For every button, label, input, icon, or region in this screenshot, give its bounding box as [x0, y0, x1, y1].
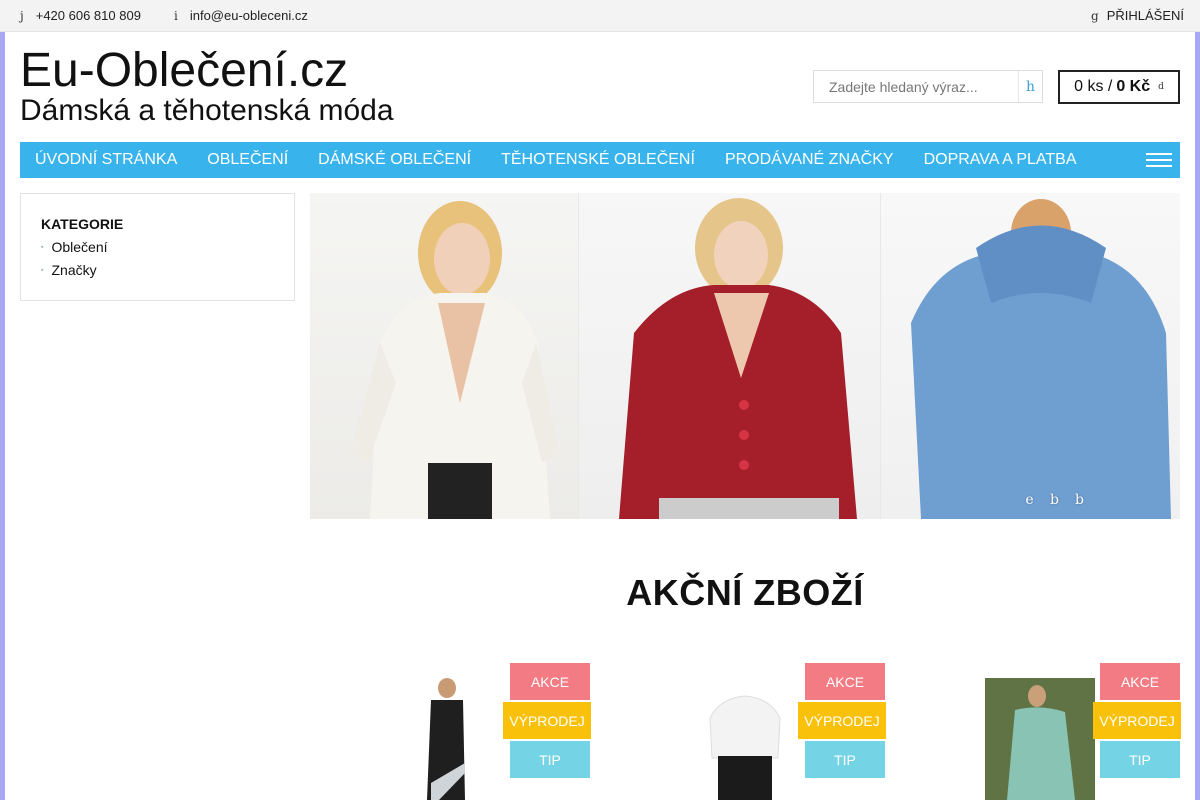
slider-dot-3[interactable]: b — [1074, 492, 1085, 508]
nav-item-clothing[interactable]: OBLEČENÍ — [192, 142, 303, 178]
bullet-icon: ▪ — [41, 244, 44, 251]
badge-sale[interactable]: AKCE — [510, 663, 590, 700]
main-nav: ÚVODNÍ STRÁNKA OBLEČENÍ DÁMSKÉ OBLEČENÍ … — [20, 142, 1180, 178]
search-input[interactable] — [814, 71, 1019, 102]
nav-item-shipping-payment[interactable]: DOPRAVA A PLATBA — [909, 142, 1092, 178]
cart-count: 0 ks / — [1074, 78, 1113, 95]
right-page-border — [1195, 32, 1200, 800]
search-icon[interactable]: h — [1018, 71, 1042, 102]
slider-dot-2[interactable]: b — [1049, 492, 1060, 508]
cart-total: 0 Kč — [1116, 78, 1151, 95]
badge-tip[interactable]: TIP — [1100, 741, 1180, 778]
product-image[interactable] — [690, 678, 800, 800]
badge-sale[interactable]: AKCE — [1100, 663, 1180, 700]
product-image[interactable] — [985, 678, 1095, 800]
login-link[interactable]: g PŘIHLÁŠENÍ — [1091, 8, 1184, 23]
slide-image-red-sweater — [578, 193, 880, 519]
slide-image-white-sweater — [310, 193, 578, 519]
nav-item-brands[interactable]: PRODÁVANÉ ZNAČKY — [710, 142, 909, 178]
product-card[interactable]: AKCE VÝPRODEJ TIP — [600, 663, 886, 800]
bullet-icon: ▪ — [41, 267, 44, 274]
email-contact[interactable]: i info@eu-obleceni.cz — [174, 8, 308, 23]
site-title[interactable]: Eu-Oblečení.cz — [20, 44, 348, 98]
login-label[interactable]: PŘIHLÁŠENÍ — [1107, 8, 1184, 23]
badge-sale[interactable]: AKCE — [805, 663, 885, 700]
sidebar-item-brands[interactable]: ▪ Značky — [41, 259, 274, 282]
hero-slider[interactable]: e b b — [310, 193, 1180, 519]
slider-dot-1[interactable]: e — [1024, 492, 1035, 508]
email-address[interactable]: info@eu-obleceni.cz — [190, 8, 308, 23]
cart-icon: d — [1158, 82, 1164, 92]
product-card[interactable]: AKCE VÝPRODEJ TIP — [895, 663, 1181, 800]
sidebar-item-label[interactable]: Značky — [51, 259, 96, 282]
search-box: h — [813, 70, 1043, 103]
cart-button[interactable]: 0 ks / 0 Kč d — [1058, 70, 1180, 104]
section-title: AKČNÍ ZBOŽÍ — [626, 572, 864, 613]
slider-pagination: e b b — [1024, 492, 1085, 508]
phone-number[interactable]: +420 606 810 809 — [36, 8, 141, 23]
left-page-border — [0, 32, 5, 800]
phone-icon: j — [20, 8, 24, 23]
product-card[interactable]: AKCE VÝPRODEJ TIP — [305, 663, 591, 800]
category-sidebar: KATEGORIE ▪ Oblečení ▪ Značky — [20, 193, 295, 301]
user-icon: g — [1091, 8, 1099, 23]
site-subtitle: Dámská a těhotenská móda — [20, 94, 394, 127]
top-bar: j +420 606 810 809 i info@eu-obleceni.cz… — [0, 0, 1200, 32]
hamburger-menu-icon[interactable] — [1146, 153, 1172, 168]
nav-item-maternity-clothing[interactable]: TĚHOTENSKÉ OBLEČENÍ — [486, 142, 710, 178]
sidebar-item-label[interactable]: Oblečení — [51, 236, 107, 259]
nav-item-womens-clothing[interactable]: DÁMSKÉ OBLEČENÍ — [303, 142, 486, 178]
sidebar-item-clothing[interactable]: ▪ Oblečení — [41, 236, 274, 259]
slide-image-blue-sweater — [880, 193, 1180, 519]
product-image[interactable] — [417, 678, 477, 800]
email-icon: i — [174, 8, 178, 23]
nav-item-home[interactable]: ÚVODNÍ STRÁNKA — [20, 142, 192, 178]
badge-tip[interactable]: TIP — [805, 741, 885, 778]
badge-clearance[interactable]: VÝPRODEJ — [798, 702, 886, 739]
badge-clearance[interactable]: VÝPRODEJ — [503, 702, 591, 739]
badge-clearance[interactable]: VÝPRODEJ — [1093, 702, 1181, 739]
badge-tip[interactable]: TIP — [510, 741, 590, 778]
category-heading: KATEGORIE — [41, 216, 124, 232]
phone-contact[interactable]: j +420 606 810 809 — [20, 8, 141, 23]
